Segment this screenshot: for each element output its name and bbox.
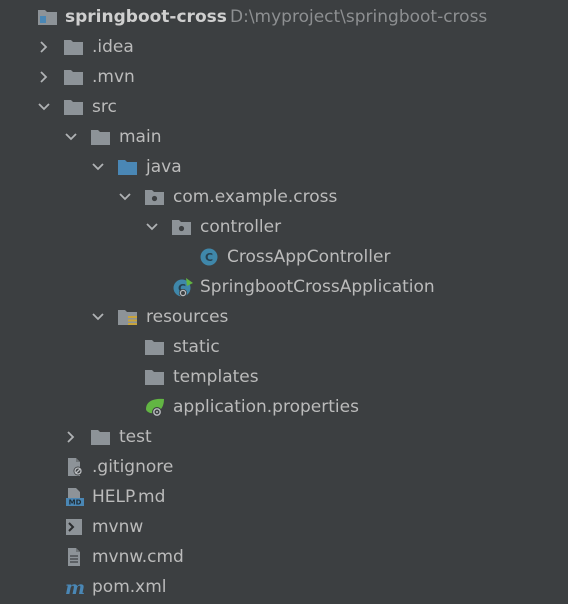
tree-item-label: .mvn <box>92 67 135 87</box>
tree-row-static[interactable]: static <box>0 332 568 362</box>
spring-properties-icon <box>144 397 166 417</box>
folder-icon <box>144 337 166 357</box>
chevron-down-icon[interactable] <box>144 212 160 242</box>
folder-icon <box>90 127 112 147</box>
source-root-folder-icon <box>117 157 139 177</box>
tree-row-crossappcontroller[interactable]: C CrossAppController <box>0 242 568 272</box>
tree-row-pom-xml[interactable]: m pom.xml <box>0 572 568 602</box>
tree-item-label: resources <box>146 307 229 327</box>
gitignore-file-icon <box>64 457 86 477</box>
chevron-right-icon[interactable] <box>63 422 79 452</box>
tree-item-label: static <box>173 337 220 357</box>
tree-item-label: .idea <box>92 37 134 57</box>
markdown-file-icon: MD <box>64 487 86 507</box>
project-name: springboot-cross <box>65 7 227 27</box>
chevron-right-icon[interactable] <box>36 32 52 62</box>
java-class-icon: C <box>198 247 220 267</box>
tree-item-label: .gitignore <box>92 457 174 477</box>
project-root-folder-icon <box>37 7 59 27</box>
project-path: D:\myproject\springboot-cross <box>230 7 488 27</box>
tree-row-resources[interactable]: resources <box>0 302 568 332</box>
tree-item-label: mvnw.cmd <box>92 547 184 567</box>
tree-row-java[interactable]: java <box>0 152 568 182</box>
tree-row-mvnw-cmd[interactable]: mvnw.cmd <box>0 542 568 572</box>
package-folder-icon <box>171 217 193 237</box>
chevron-down-icon[interactable] <box>90 152 106 182</box>
tree-row-src[interactable]: src <box>0 92 568 122</box>
tree-row-springbootcrossapplication[interactable]: C SpringbootCrossApplication <box>0 272 568 302</box>
tree-item-label: src <box>92 97 117 117</box>
chevron-down-icon[interactable] <box>63 122 79 152</box>
maven-pom-icon: m <box>63 577 85 599</box>
tree-item-label: com.example.cross <box>173 187 338 207</box>
tree-row-controller[interactable]: controller <box>0 212 568 242</box>
shell-script-icon <box>64 517 86 537</box>
tree-item-label: SpringbootCrossApplication <box>200 277 435 297</box>
tree-row-gitignore[interactable]: .gitignore <box>0 452 568 482</box>
folder-icon <box>63 37 85 57</box>
text-file-icon <box>64 547 86 567</box>
tree-item-label: templates <box>173 367 259 387</box>
folder-icon <box>63 97 85 117</box>
chevron-down-icon[interactable] <box>90 302 106 332</box>
tree-item-label: test <box>119 427 152 447</box>
tree-item-label: main <box>119 127 162 147</box>
tree-item-label: CrossAppController <box>227 247 391 267</box>
svg-text:m: m <box>65 577 85 597</box>
folder-icon <box>144 367 166 387</box>
project-tree: springboot-cross D:\myproject\springboot… <box>0 0 568 604</box>
tree-item-label: controller <box>200 217 282 237</box>
tree-row-help-md[interactable]: MD HELP.md <box>0 482 568 512</box>
folder-icon <box>63 67 85 87</box>
svg-text:MD: MD <box>69 499 82 507</box>
resources-root-folder-icon <box>117 307 139 327</box>
tree-row-application-properties[interactable]: application.properties <box>0 392 568 422</box>
svg-text:C: C <box>205 251 213 264</box>
chevron-down-icon[interactable] <box>117 182 133 212</box>
tree-item-label: java <box>146 157 182 177</box>
chevron-down-icon[interactable] <box>36 92 52 122</box>
tree-row-main[interactable]: main <box>0 122 568 152</box>
tree-row-mvnw[interactable]: mvnw <box>0 512 568 542</box>
tree-item-label: HELP.md <box>92 487 166 507</box>
tree-item-label: application.properties <box>173 397 359 417</box>
tree-row-idea[interactable]: .idea <box>0 32 568 62</box>
tree-row-templates[interactable]: templates <box>0 362 568 392</box>
chevron-right-icon[interactable] <box>36 62 52 92</box>
folder-icon <box>90 427 112 447</box>
tree-row-package[interactable]: com.example.cross <box>0 182 568 212</box>
tree-row-project-root[interactable]: springboot-cross D:\myproject\springboot… <box>0 2 568 32</box>
tree-row-test[interactable]: test <box>0 422 568 452</box>
spring-boot-application-icon: C <box>171 277 193 297</box>
tree-item-label: pom.xml <box>92 577 167 597</box>
package-folder-icon <box>144 187 166 207</box>
tree-row-mvn[interactable]: .mvn <box>0 62 568 92</box>
tree-item-label: mvnw <box>92 517 144 537</box>
